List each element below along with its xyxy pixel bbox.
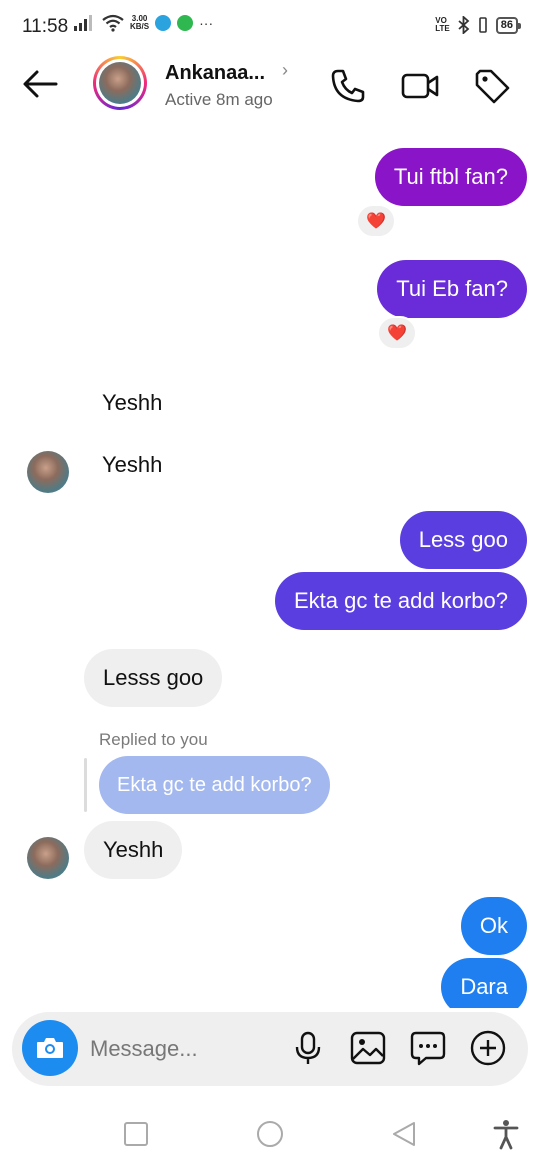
reply-indicator-bar bbox=[84, 758, 87, 812]
status-bar: 11:58 3.00 KB/S ··· VO LTE 86 bbox=[0, 0, 540, 52]
nav-back-button[interactable] bbox=[388, 1118, 420, 1150]
outgoing-message[interactable]: Tui Eb fan? bbox=[377, 260, 527, 318]
telegram-icon bbox=[155, 15, 172, 31]
battery-indicator: 86 bbox=[495, 16, 522, 34]
more-notifications-icon: ··· bbox=[199, 15, 214, 31]
chat-header: Ankanaa... › Active 8m ago bbox=[0, 52, 540, 118]
status-right-icons: VO LTE 86 bbox=[435, 16, 522, 34]
square-icon bbox=[124, 1122, 148, 1146]
tag-icon bbox=[475, 69, 510, 104]
recents-button[interactable] bbox=[120, 1118, 152, 1150]
outgoing-message[interactable]: Ekta gc te add korbo? bbox=[274, 572, 527, 630]
outgoing-message[interactable]: Tui ftbl fan? bbox=[374, 148, 527, 206]
outgoing-message[interactable]: Ok bbox=[460, 897, 527, 955]
app-notification-icon bbox=[177, 15, 194, 31]
outgoing-message[interactable]: Dara bbox=[441, 958, 527, 1008]
camera-icon bbox=[37, 1038, 63, 1058]
replied-message-quote[interactable]: Ekta gc te add korbo? bbox=[99, 756, 330, 814]
voice-call-button[interactable] bbox=[328, 66, 368, 106]
gallery-icon bbox=[350, 1031, 386, 1065]
accessibility-button[interactable] bbox=[490, 1118, 522, 1150]
reaction-badge[interactable]: ❤️ bbox=[356, 204, 396, 238]
message-input[interactable] bbox=[90, 1030, 280, 1068]
plus-icon bbox=[470, 1030, 506, 1066]
incoming-message[interactable]: Yeshh bbox=[102, 452, 162, 478]
vibrate-icon bbox=[478, 17, 487, 33]
video-camera-icon bbox=[401, 73, 439, 99]
network-speed: 3.00 KB/S bbox=[130, 15, 149, 31]
sticker-button[interactable] bbox=[408, 1028, 448, 1068]
system-nav-bar bbox=[0, 1098, 540, 1170]
sender-avatar[interactable] bbox=[27, 837, 69, 879]
volte-bottom: LTE bbox=[435, 24, 450, 33]
microphone-icon bbox=[295, 1031, 321, 1064]
message-list[interactable]: Tui ftbl fan? ❤️ Tui Eb fan? ❤️ Yeshh Ye… bbox=[0, 118, 540, 1008]
home-button[interactable] bbox=[254, 1118, 286, 1150]
gallery-button[interactable] bbox=[348, 1028, 388, 1068]
contact-name[interactable]: Ankanaa... bbox=[165, 62, 265, 85]
more-options-button[interactable] bbox=[468, 1028, 508, 1068]
incoming-message[interactable]: Yeshh bbox=[102, 390, 162, 416]
status-time: 11:58 bbox=[22, 16, 69, 37]
reply-label: Replied to you bbox=[99, 730, 208, 749]
triangle-back-icon bbox=[393, 1122, 415, 1146]
sticker-icon bbox=[410, 1031, 446, 1066]
volte-indicator: VO LTE bbox=[435, 17, 450, 33]
contact-status: Active 8m ago bbox=[165, 90, 273, 109]
back-button[interactable] bbox=[20, 66, 64, 102]
back-arrow-icon bbox=[23, 70, 58, 98]
network-speed-unit: KB/S bbox=[130, 22, 150, 31]
contact-avatar-image bbox=[99, 62, 141, 104]
phone-icon bbox=[331, 69, 365, 103]
incoming-message[interactable]: Lesss goo bbox=[84, 649, 223, 707]
circle-icon bbox=[257, 1121, 283, 1147]
accessibility-icon bbox=[493, 1120, 519, 1150]
sender-avatar[interactable] bbox=[27, 451, 69, 493]
heart-reaction-icon: ❤️ bbox=[387, 325, 407, 342]
tag-button[interactable] bbox=[472, 66, 512, 106]
voice-message-button[interactable] bbox=[288, 1028, 328, 1068]
contact-avatar[interactable] bbox=[93, 56, 147, 110]
outgoing-message[interactable]: Less goo bbox=[399, 511, 527, 569]
wifi-icon bbox=[102, 14, 124, 32]
message-composer bbox=[12, 1012, 528, 1086]
incoming-message[interactable]: Yeshh bbox=[84, 821, 183, 879]
heart-reaction-icon: ❤️ bbox=[366, 213, 386, 230]
camera-button[interactable] bbox=[22, 1020, 78, 1076]
bluetooth-icon bbox=[458, 16, 470, 34]
reaction-badge[interactable]: ❤️ bbox=[377, 316, 417, 350]
video-call-button[interactable] bbox=[400, 66, 440, 106]
chevron-right-icon[interactable]: › bbox=[282, 60, 288, 81]
status-left-icons: 3.00 KB/S ··· bbox=[74, 14, 213, 32]
cell-signal-icon bbox=[74, 15, 92, 31]
